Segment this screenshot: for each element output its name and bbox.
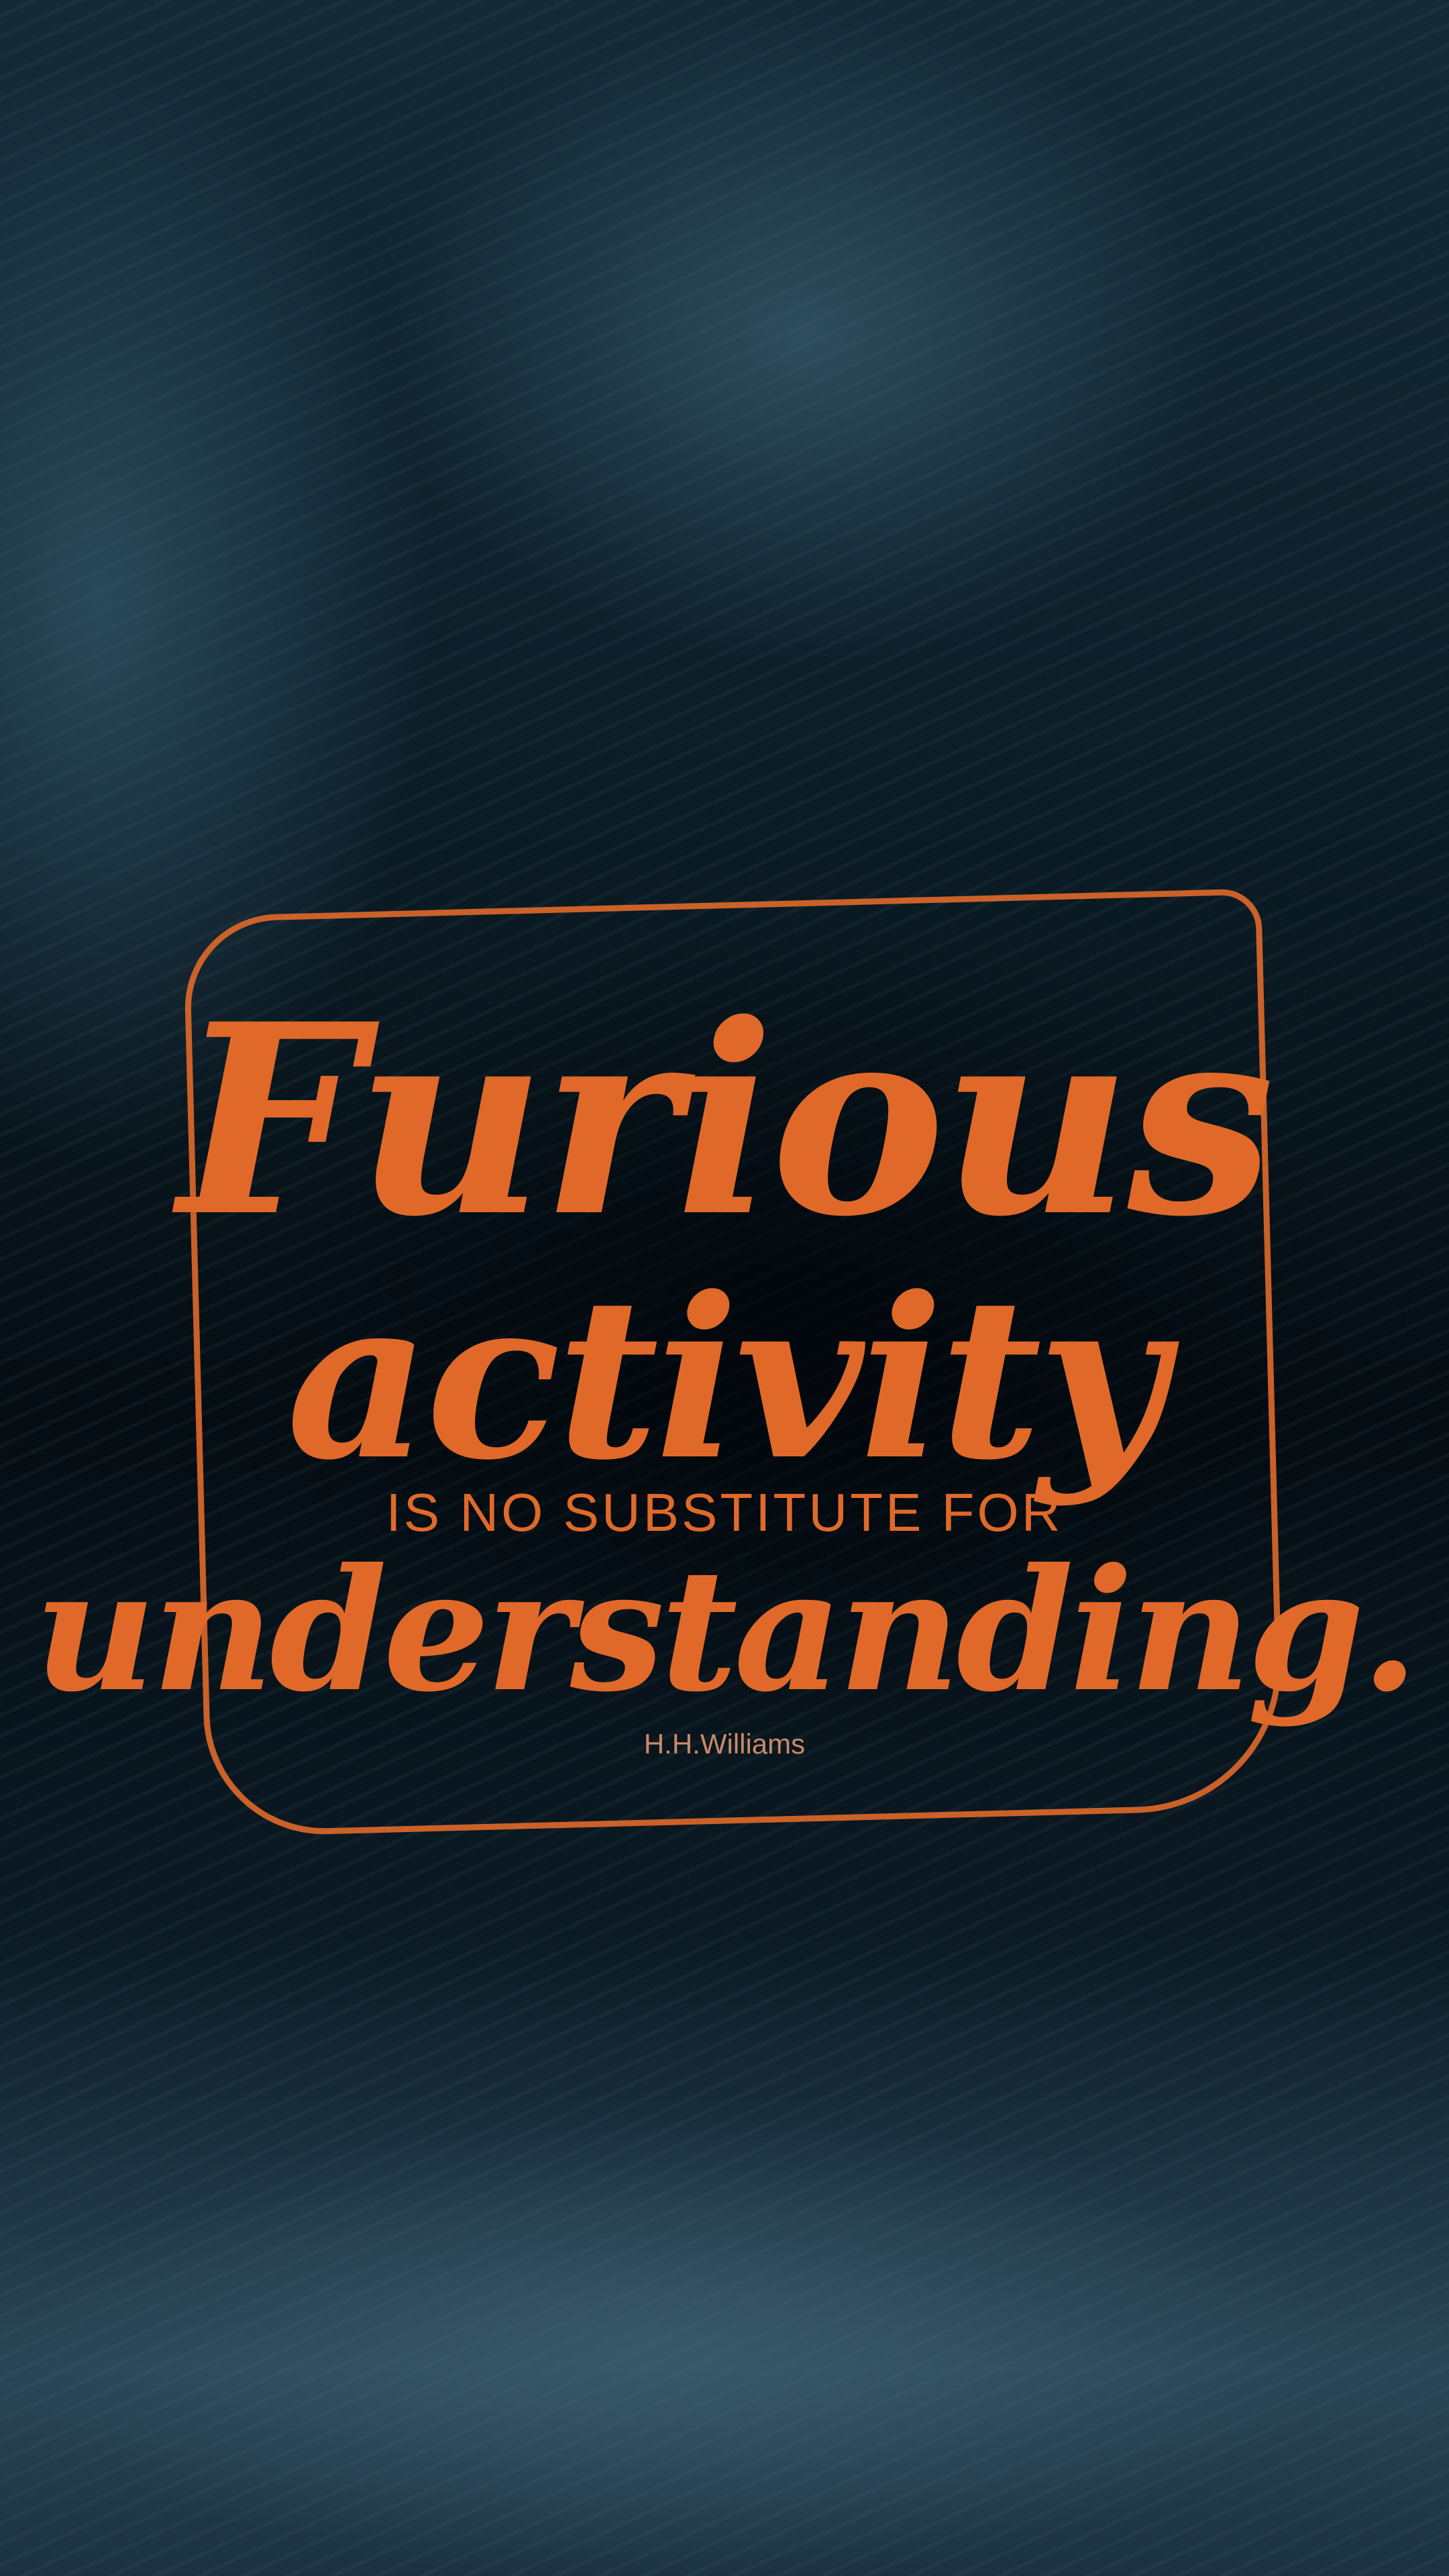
quote-line-understanding: understanding. [34,1532,1419,1729]
quote-line-activity: activity [286,1248,1167,1509]
quote-author: H.H.Williams [643,1728,806,1760]
quote-line-furious: Furious [178,967,1275,1274]
